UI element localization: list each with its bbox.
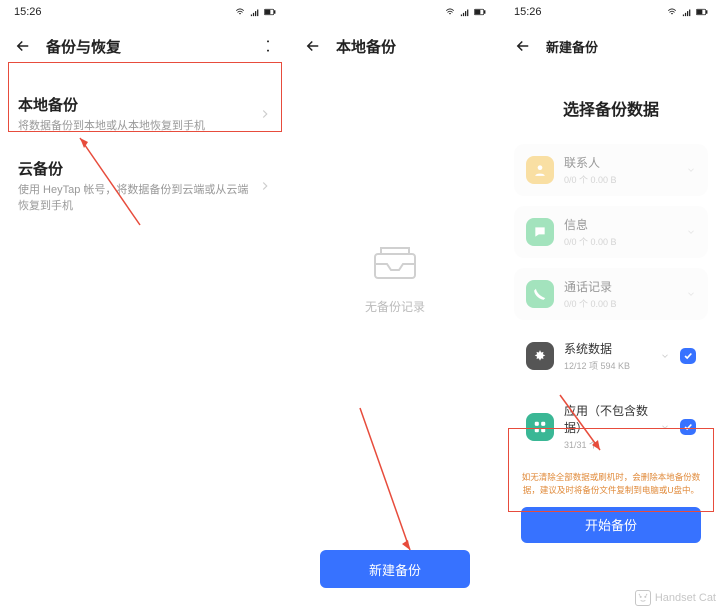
signal-icon [459,7,471,17]
card-title: 通话记录 [564,278,676,295]
header-title: 新建备份 [546,37,708,56]
card-contacts[interactable]: 联系人 0/0 个 0.00 B [514,144,708,196]
settings-list: 本地备份 将数据备份到本地或从本地恢复到手机 云备份 使用 HeyTap 帐号，… [0,68,290,240]
screen-local-backup: 本地备份 无备份记录 新建备份 [290,0,500,612]
header-title: 备份与恢复 [46,36,246,57]
card-sub: 31/31 个 [564,438,650,451]
back-icon[interactable] [514,37,532,55]
contact-icon [526,156,554,184]
row-title: 本地备份 [18,94,258,115]
card-title: 联系人 [564,154,676,171]
message-icon [526,218,554,246]
app-icon [526,413,554,441]
chevron-down-icon [686,289,696,299]
backup-categories: 联系人 0/0 个 0.00 B 信息 0/0 个 0.00 B 通话记录 0/0 个… [500,144,722,461]
screen-new-backup: 15:26 新建备份 选择备份数据 联系人 0/0 个 0.00 B 信息 0/0 … [500,0,722,612]
wifi-icon [666,7,678,17]
checkbox-checked[interactable] [680,419,696,435]
chevron-right-icon [258,107,272,121]
card-title: 信息 [564,216,676,233]
status-bar: 15:26 [500,0,722,24]
signal-icon [681,7,693,17]
header-title: 本地备份 [336,36,486,57]
new-backup-button[interactable]: 新建备份 [320,550,470,588]
row-subtitle: 使用 HeyTap 帐号，将数据备份到云端或从云端恢复到手机 [18,183,258,214]
row-cloud-backup[interactable]: 云备份 使用 HeyTap 帐号，将数据备份到云端或从云端恢复到手机 [18,146,272,226]
card-sub: 0/0 个 0.00 B [564,173,676,186]
button-label: 新建备份 [369,560,421,579]
status-icons [444,7,486,17]
battery-icon [474,7,486,17]
wifi-icon [444,7,456,17]
header: 本地备份 [290,24,500,68]
back-icon[interactable] [14,37,32,55]
warning-text: 如无清除全部数据或刷机时，会删除本地备份数据，建议及时将备份文件复制到电脑或U盘… [500,471,722,497]
card-sub: 0/0 个 0.00 B [564,235,676,248]
gear-icon [526,342,554,370]
status-time: 15:26 [514,6,542,18]
empty-state: 无备份记录 [290,68,500,488]
status-icons [234,7,276,17]
more-icon[interactable] [260,38,276,54]
empty-text: 无备份记录 [365,298,425,315]
card-system-data[interactable]: 系统数据 12/12 项 594 KB [514,330,708,382]
card-title: 系统数据 [564,340,650,357]
row-local-backup[interactable]: 本地备份 将数据备份到本地或从本地恢复到手机 [18,82,272,146]
phone-icon [526,280,554,308]
back-icon[interactable] [304,37,322,55]
header: 新建备份 [500,24,722,68]
card-messages[interactable]: 信息 0/0 个 0.00 B [514,206,708,258]
card-call-log[interactable]: 通话记录 0/0 个 0.00 B [514,268,708,320]
status-time: 15:26 [14,6,42,18]
chevron-down-icon [660,351,670,361]
card-sub: 12/12 项 594 KB [564,359,650,372]
watermark-icon [635,590,651,606]
status-bar: 15:26 [0,0,290,24]
page-title: 选择备份数据 [500,68,722,144]
row-title: 云备份 [18,158,258,179]
battery-icon [696,7,708,17]
card-sub: 0/0 个 0.00 B [564,297,676,310]
chevron-down-icon [686,165,696,175]
checkbox-checked[interactable] [680,348,696,364]
watermark: Handset Cat [635,590,716,606]
screen-backup-restore: 15:26 备份与恢复 本地备份 将数据备份到本地或从本地恢复到手机 云备份 使… [0,0,290,612]
header: 备份与恢复 [0,24,290,68]
wifi-icon [234,7,246,17]
start-backup-button[interactable]: 开始备份 [521,507,701,543]
button-label: 开始备份 [585,515,637,534]
chevron-down-icon [686,227,696,237]
status-bar [290,0,500,24]
chevron-right-icon [258,179,272,193]
chevron-down-icon [660,422,670,432]
card-apps[interactable]: 应用（不包含数据） 31/31 个 [514,392,708,461]
signal-icon [249,7,261,17]
battery-icon [264,7,276,17]
status-icons [666,7,708,17]
inbox-icon [371,242,419,282]
watermark-text: Handset Cat [655,592,716,604]
card-title: 应用（不包含数据） [564,402,650,436]
row-subtitle: 将数据备份到本地或从本地恢复到手机 [18,119,258,134]
